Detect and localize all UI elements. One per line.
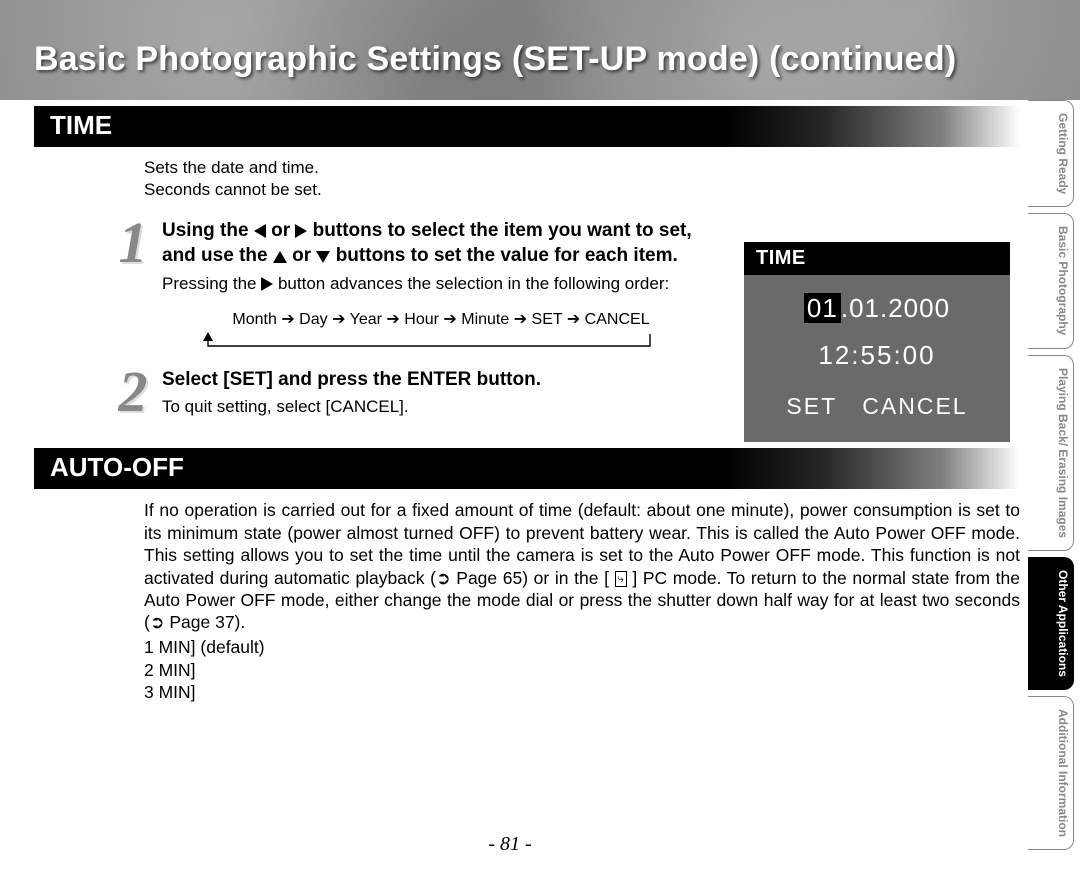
time-intro-line2: Seconds cannot be set. <box>144 180 322 199</box>
lcd-title: TIME <box>744 242 1010 275</box>
lcd-actions: SET CANCEL <box>744 393 1010 420</box>
lcd-set: SET <box>786 393 837 419</box>
pc-mode-icon: ⤷ <box>615 571 627 587</box>
step-1-order: Month ➔ Day ➔ Year ➔ Hour ➔ Minute ➔ SET… <box>162 309 720 329</box>
autooff-option-2: 2 MIN] <box>144 659 1020 682</box>
lcd-body: 01.01.2000 12:55:00 SET CANCEL <box>744 275 1010 420</box>
right-arrow-icon <box>261 277 273 291</box>
tab-basic-photography[interactable]: Basic Photography <box>1028 213 1074 348</box>
tab-playing-back[interactable]: Playing Back/ Erasing Images <box>1028 355 1074 551</box>
step-1-note: Pressing the button advances the selecti… <box>162 273 720 295</box>
autooff-options: 1 MIN] (default) 2 MIN] 3 MIN] <box>144 636 1020 704</box>
page-ref-icon: ➲ <box>150 612 165 632</box>
lcd-date-highlight: 01 <box>804 293 841 323</box>
left-arrow-icon <box>254 224 266 238</box>
autooff-option-1: 1 MIN] (default) <box>144 636 1020 659</box>
page-title: Basic Photographic Settings (SET-UP mode… <box>34 40 1050 79</box>
up-arrow-icon <box>273 251 287 263</box>
right-arrow-icon <box>295 224 307 238</box>
lcd-date: 01.01.2000 <box>744 293 1010 324</box>
step-1-title: Using the or buttons to select the item … <box>162 219 720 268</box>
lcd-preview: TIME 01.01.2000 12:55:00 SET CANCEL <box>744 242 1010 442</box>
time-intro: Sets the date and time. Seconds cannot b… <box>144 157 1020 201</box>
step-number-1: 1 <box>104 217 162 269</box>
lcd-time: 12:55:00 <box>744 340 1010 371</box>
lcd-cancel: CANCEL <box>862 393 967 419</box>
down-arrow-icon <box>316 251 330 263</box>
lcd-date-rest: .01.2000 <box>841 293 950 323</box>
section-heading-time: TIME <box>34 106 1020 147</box>
step-1-loop-diagram <box>202 332 720 352</box>
side-tabs: Getting Ready Basic Photography Playing … <box>1028 100 1074 850</box>
tab-additional-information[interactable]: Additional Information <box>1028 696 1074 850</box>
tab-other-applications[interactable]: Other Applications <box>1028 557 1074 690</box>
page-ref-icon: ➲ <box>436 568 451 588</box>
page-number: - 81 - <box>0 833 1020 856</box>
page-content: TIME Sets the date and time. Seconds can… <box>34 100 1020 840</box>
autooff-option-3: 3 MIN] <box>144 681 1020 704</box>
time-intro-line1: Sets the date and time. <box>144 158 319 177</box>
tab-getting-ready[interactable]: Getting Ready <box>1028 100 1074 207</box>
autooff-paragraph: If no operation is carried out for a fix… <box>144 499 1020 633</box>
step-number-2: 2 <box>104 366 162 418</box>
section-heading-autooff: AUTO-OFF <box>34 448 1020 489</box>
